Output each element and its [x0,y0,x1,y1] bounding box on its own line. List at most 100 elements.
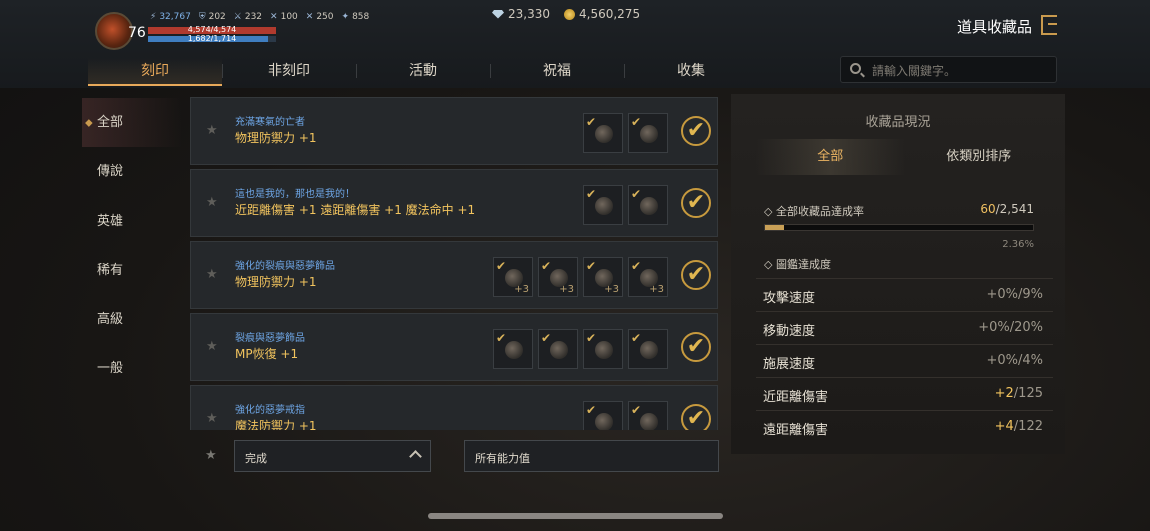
item-slot[interactable]: ✔ [628,113,668,153]
chevron-up-icon [409,450,422,463]
enhance-level: +3 [559,284,574,295]
tab-sort-by-category[interactable]: 依類別排序 [905,139,1054,175]
item-slot[interactable]: ✔ [628,185,668,225]
item-slot[interactable]: ✔ [583,113,623,153]
tab-event[interactable]: 活動 [356,58,490,86]
collection-status-panel: 收藏品現況 全部 依類別排序 ◇ 全部收藏品達成率 60/2,541 2.36%… [731,94,1065,454]
selected-marker-icon: ⬥ [85,116,93,129]
weapon-item-icon [595,197,613,215]
skull-item-icon [595,125,613,143]
stat-bonus: +0% [978,320,1010,335]
gold-coin-icon [564,8,575,20]
completed-check-icon: ✔ [681,116,711,146]
search-input[interactable]: 請輸入關鍵字。 [872,62,956,79]
tab-non-engraved[interactable]: 非刻印 [222,58,356,86]
gold-currency: 4,560,275 [564,7,640,21]
necklace-item-icon [505,341,523,359]
stat-max: /9% [1017,287,1043,302]
stat-label: 近距離傷害 [763,390,829,405]
tab-engraved[interactable]: 刻印 [88,58,222,86]
item-slot[interactable]: ✔ [628,329,668,369]
favorite-star-icon[interactable]: ★ [206,411,218,426]
favorite-star-icon[interactable]: ★ [206,267,218,282]
sidebar-item-all[interactable]: ⬥ 全部 [82,98,182,148]
stat-max: /20% [1009,320,1043,335]
search-icon [850,63,861,74]
item-slot[interactable]: ✔ [583,185,623,225]
item-slot[interactable]: ✔ +3 [583,257,623,297]
collection-card[interactable]: ★ 裂痕與惡夢飾品 MP恢復 +1 ✔ ✔ ✔ ✔ ✔ [190,313,718,381]
stat-5: ✦ 858 [342,12,370,22]
sidebar-item-heroic[interactable]: 英雄 [82,197,182,246]
stat-2-value: 232 [244,12,263,22]
stat-label: 移動速度 [763,324,816,339]
favorite-star-icon[interactable]: ★ [206,339,218,354]
favorites-filter-star-icon[interactable]: ★ [205,448,217,463]
completion-total: /2,541 [995,202,1034,216]
tab-collect[interactable]: 收集 [624,58,758,86]
completed-check-icon: ✔ [681,188,711,218]
sidebar-item-common[interactable]: 一般 [82,344,182,393]
stat-row: 施展速度 +0%/4% [756,344,1053,377]
stat-row: 移動速度 +0%/20% [756,311,1053,344]
combat-power: ⚡ 32,767 [150,12,191,22]
tab-blessing[interactable]: 祝福 [490,58,624,86]
filter-bar: ★ 完成 所有能力值 [190,440,720,473]
tab-all[interactable]: 全部 [756,139,905,175]
item-slot[interactable]: ✔ +3 [493,257,533,297]
horizontal-scrollbar[interactable] [428,513,723,519]
stat-value: +0%/20% [978,320,1043,335]
sidebar-item-legendary[interactable]: 傳說 [82,147,182,196]
collection-card[interactable]: ★ 這也是我的，那也是我的！ 近距離傷害 +1 遠距離傷害 +1 魔法命中 +1… [190,169,718,237]
crossed-arrows-icon: ✕ [305,12,314,22]
sidebar-item-label: 全部 [97,115,124,130]
collection-list[interactable]: ★ 充滿寒氣的亡者 物理防禦力 +1 ✔ ✔ ✔ ★ 這也是我的，那也是我的！ … [190,97,720,430]
check-icon: ✔ [586,115,597,129]
check-icon: ✔ [541,259,552,273]
stat-value: +0%/4% [986,353,1043,368]
exit-icon[interactable] [1041,15,1057,35]
collection-effect: 魔法防禦力 +1 [235,419,317,430]
favorite-star-icon[interactable]: ★ [206,123,218,138]
item-slot[interactable]: ✔ +3 [538,257,578,297]
collection-card[interactable]: ★ 強化的裂痕與惡夢飾品 物理防禦力 +1 ✔ +3 ✔ +3 ✔ +3 ✔ +3 ✔ [190,241,718,309]
stat-label: 施展速度 [763,357,816,372]
stat-max: /125 [1013,386,1043,401]
attack-icon: ⚔ [233,12,242,22]
stat-5-value: 858 [352,12,370,22]
search-box[interactable]: 請輸入關鍵字。 [840,56,1057,83]
item-slot[interactable]: ✔ [628,401,668,430]
ability-filter-dropdown[interactable]: 所有能力值 [464,440,719,472]
item-slots: ✔ ✔ [583,185,668,225]
completion-progress-fill [765,225,784,230]
spear-item-icon [640,197,658,215]
stat-max: /4% [1017,353,1043,368]
item-slot[interactable]: ✔ [583,401,623,430]
stat-bonus: +4 [994,419,1014,434]
enhance-level: +3 [514,284,529,295]
stat-value: +4/122 [995,419,1043,434]
main-tabs: 刻印 非刻印 活動 祝福 收集 [88,58,758,86]
ring-item-icon [640,341,658,359]
sidebar-item-label: 英雄 [97,213,124,229]
item-slot[interactable]: ✔ [493,329,533,369]
diamond-icon [492,9,504,19]
collection-card[interactable]: ★ 充滿寒氣的亡者 物理防禦力 +1 ✔ ✔ ✔ [190,97,718,165]
sidebar-item-rare[interactable]: 稀有 [82,246,182,295]
status-filter-dropdown[interactable]: 完成 [234,440,431,472]
favorite-star-icon[interactable]: ★ [206,195,218,210]
check-icon: ✔ [631,259,642,273]
currency-display: 23,330 4,560,275 [492,7,640,21]
sidebar-item-label: 高級 [97,312,124,328]
item-slot[interactable]: ✔ +3 [628,257,668,297]
stat-row: 遠距離傷害 +4/122 [756,410,1053,443]
item-slot[interactable]: ✔ [538,329,578,369]
sidebar-item-advanced[interactable]: 高級 [82,295,182,344]
stat-row: 近距離傷害 +2/125 [756,377,1053,410]
crossed-swords-icon: ✕ [270,12,278,22]
item-slot[interactable]: ✔ [583,329,623,369]
collection-card[interactable]: ★ 強化的惡夢戒指 魔法防禦力 +1 ✔ ✔ ✔ [190,385,718,430]
ring-item-icon [640,413,658,430]
stat-bonus: +0% [986,353,1018,368]
stat-bonus: +2 [994,386,1014,401]
